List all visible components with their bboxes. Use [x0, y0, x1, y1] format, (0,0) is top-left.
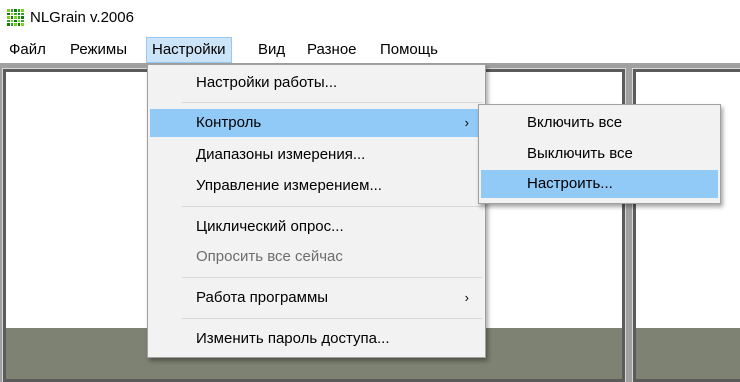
menu-item-enable-all[interactable]: Включить все	[481, 109, 718, 137]
menu-separator	[182, 102, 482, 103]
menu-item-label: Изменить пароль доступа...	[196, 330, 390, 347]
menu-item-label: Выключить все	[527, 145, 633, 162]
menu-item-change-password[interactable]: Изменить пароль доступа...	[150, 325, 483, 353]
menu-item-label: Контроль	[196, 114, 262, 131]
menu-item-control[interactable]: Контроль ›	[150, 109, 483, 137]
settings-dropdown-menu: Настройки работы... Контроль › Диапазоны…	[147, 64, 486, 358]
menu-separator	[182, 277, 482, 278]
menu-settings[interactable]: Настройки	[146, 37, 232, 63]
menu-item-measurement-control[interactable]: Управление измерением...	[150, 172, 483, 200]
title-bar: NLGrain v.2006	[0, 0, 740, 36]
menu-item-label: Настроить...	[527, 175, 613, 192]
menu-view[interactable]: Вид	[258, 40, 285, 60]
app-grain-icon	[7, 9, 24, 26]
menu-item-label: Включить все	[527, 114, 623, 131]
menu-item-label: Работа программы	[196, 289, 329, 306]
menu-bar: Файл Режимы Настройки Вид Разное Помощь	[0, 37, 740, 63]
menu-item-disable-all[interactable]: Выключить все	[481, 140, 718, 168]
menu-item-label: Управление измерением...	[196, 177, 382, 194]
menu-item-program-operation[interactable]: Работа программы ›	[150, 284, 483, 312]
menu-item-configure[interactable]: Настроить...	[481, 170, 718, 198]
menu-separator	[182, 206, 482, 207]
chevron-right-icon: ›	[464, 290, 469, 305]
window-title: NLGrain v.2006	[30, 9, 134, 26]
menu-file[interactable]: Файл	[9, 40, 46, 60]
menu-misc[interactable]: Разное	[307, 40, 357, 60]
menu-item-label: Настройки работы...	[196, 74, 338, 91]
menu-item-cyclic-polling[interactable]: Циклический опрос...	[150, 213, 483, 241]
menu-item-label: Циклический опрос...	[196, 218, 344, 235]
control-submenu: Включить все Выключить все Настроить...	[478, 104, 721, 204]
menu-item-work-settings[interactable]: Настройки работы...	[150, 69, 483, 97]
menu-item-label: Диапазоны измерения...	[196, 146, 366, 163]
menu-item-poll-all-now: Опросить все сейчас	[150, 243, 483, 271]
menu-item-label: Опросить все сейчас	[196, 248, 343, 265]
menu-modes[interactable]: Режимы	[70, 40, 127, 60]
menu-separator	[182, 318, 482, 319]
menu-item-measurement-ranges[interactable]: Диапазоны измерения...	[150, 141, 483, 169]
menu-help[interactable]: Помощь	[380, 40, 438, 60]
chevron-right-icon: ›	[464, 115, 469, 130]
panel-footer	[636, 328, 740, 379]
